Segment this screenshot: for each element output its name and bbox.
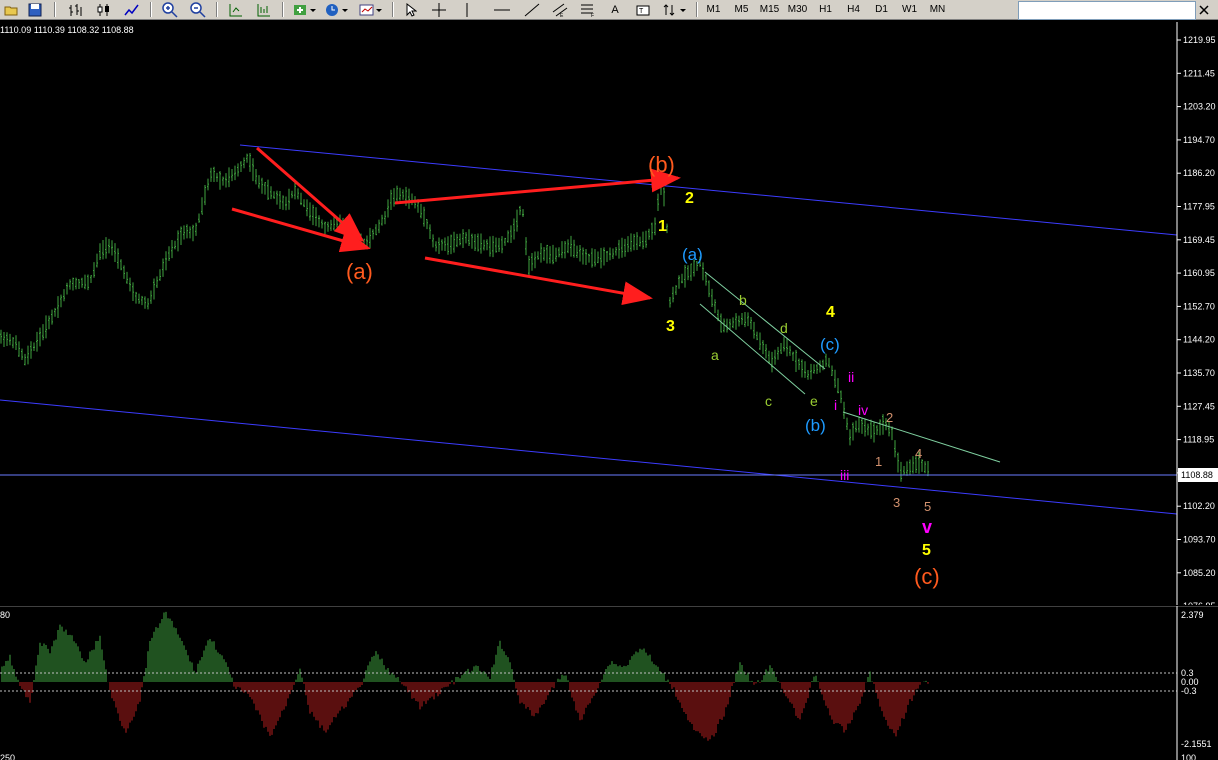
wave-label-a-sub: a (711, 347, 719, 363)
price-tick-label: 1076.95 (1183, 601, 1216, 605)
wave-label-1: 1 (658, 218, 667, 235)
wave-label-3: 3 (666, 318, 675, 335)
wave-label-c-sub: c (765, 393, 772, 409)
wave-label-c-minor: (c) (820, 335, 840, 354)
timeframe-m1-button[interactable]: M1 (700, 1, 727, 18)
indicators-icon[interactable] (290, 1, 320, 18)
current-price-label: 1108.88 (1181, 470, 1213, 480)
price-tick-label: 1127.45 (1183, 401, 1215, 411)
horizontal-line-icon[interactable] (484, 1, 520, 18)
wave-label-b-minor: (b) (805, 416, 826, 435)
timeframe-mn-button[interactable]: MN (924, 1, 951, 18)
osc-bottom-right-label: 100 (1181, 753, 1196, 760)
timeframe-w1-button[interactable]: W1 (896, 1, 923, 18)
line-chart-icon[interactable] (120, 1, 144, 18)
fibonacci-icon[interactable]: F (576, 1, 600, 18)
svg-text:E: E (560, 13, 564, 17)
price-tick-label: 1160.95 (1183, 268, 1215, 278)
wave-label-v: v (922, 517, 932, 537)
oscillator-chart[interactable]: 80 2.379 0.3 0.00 -0.3 -2.1551 250 100 (0, 606, 1218, 760)
timeframe-h4-button[interactable]: H4 (840, 1, 867, 18)
wave-label-ii: ii (848, 369, 854, 385)
wave-label-2: 2 (685, 190, 694, 207)
open-folder-icon[interactable] (0, 1, 22, 18)
price-tick-label: 1102.20 (1183, 501, 1215, 511)
price-tick-label: 1186.20 (1183, 168, 1215, 178)
arrows-icon[interactable] (660, 1, 690, 18)
price-tick-label: 1144.20 (1183, 335, 1215, 345)
price-tick-label: 1219.95 (1183, 35, 1216, 45)
svg-text:F: F (591, 13, 594, 17)
wave-label-iv: iv (858, 402, 868, 418)
timeframe-m5-button[interactable]: M5 (728, 1, 755, 18)
wave-label-5-micro: 5 (924, 499, 931, 514)
wave-label-i: i (834, 397, 837, 413)
label-icon[interactable]: T (632, 1, 654, 18)
wave-label-4: 4 (826, 304, 835, 321)
price-tick-label: 1211.45 (1183, 68, 1215, 78)
wave-label-5: 5 (922, 542, 931, 559)
osc-left-label: 80 (0, 610, 10, 620)
wave-label-d-sub: d (780, 320, 788, 336)
periods-icon[interactable] (322, 1, 352, 18)
search-close-icon[interactable] (1194, 2, 1214, 17)
price-tick-label: 1118.95 (1183, 435, 1214, 445)
vertical-line-icon[interactable] (456, 1, 478, 18)
timeframe-h1-button[interactable]: H1 (812, 1, 839, 18)
price-tick-label: 1085.20 (1183, 568, 1216, 578)
templates-icon[interactable] (356, 1, 386, 18)
price-tick-label: 1135.70 (1183, 368, 1215, 378)
price-tick-label: 1177.95 (1183, 202, 1215, 212)
search-input[interactable] (1018, 1, 1196, 20)
price-tick-label: 1093.70 (1183, 535, 1216, 545)
osc-scale-top: 2.379 (1181, 610, 1204, 620)
timeframe-d1-button[interactable]: D1 (868, 1, 895, 18)
wave-label-e-sub: e (810, 393, 818, 409)
cursor-icon[interactable] (400, 1, 422, 18)
osc-scale-lower-level: -0.3 (1181, 686, 1197, 696)
save-icon[interactable] (24, 1, 46, 18)
timeframe-m30-button[interactable]: M30 (784, 1, 811, 18)
zoom-in-icon[interactable] (158, 1, 182, 18)
wave-label-c-major: (c) (914, 564, 940, 589)
text-icon[interactable]: A (604, 1, 626, 18)
equidistant-channel-icon[interactable]: E (548, 1, 572, 18)
zoom-out-icon[interactable] (186, 1, 210, 18)
osc-bottom-left-label: 250 (0, 753, 15, 760)
wave-label-2-micro: 2 (886, 410, 893, 425)
wave-label-1-micro: 1 (875, 454, 882, 469)
ohlc-header: 1110.09 1110.39 1108.32 1108.88 (0, 25, 134, 35)
wave-label-3-micro: 3 (893, 495, 900, 510)
wave-label-4-micro: 4 (915, 446, 922, 461)
toolbar: E F A T M1 M5 M15 M30 H1 H4 D1 W1 MN (0, 0, 1218, 20)
price-tick-label: 1169.45 (1183, 235, 1215, 245)
wave-label-b-sub: b (739, 292, 747, 308)
wave-label-b-major: (b) (648, 152, 675, 177)
chart-shift-icon[interactable] (224, 1, 248, 18)
trendline-icon[interactable] (520, 1, 544, 18)
price-tick-label: 1152.70 (1183, 301, 1215, 311)
wave-label-a-major: (a) (346, 259, 373, 284)
svg-text:T: T (639, 8, 644, 15)
wave-label-iii: iii (840, 467, 849, 483)
crosshair-icon[interactable] (428, 1, 450, 18)
osc-scale-bottom: -2.1551 (1181, 739, 1212, 749)
price-tick-label: 1203.20 (1183, 102, 1216, 112)
candlestick-icon[interactable] (92, 1, 116, 18)
wave-label-a-minor: (a) (682, 245, 703, 264)
bar-chart-icon[interactable] (64, 1, 88, 18)
price-chart[interactable]: 1110.09 1110.39 1108.32 1108.88 (a) (b) … (0, 22, 1218, 605)
timeframe-m15-button[interactable]: M15 (756, 1, 783, 18)
price-tick-label: 1194.70 (1183, 135, 1215, 145)
autoscroll-icon[interactable] (252, 1, 276, 18)
